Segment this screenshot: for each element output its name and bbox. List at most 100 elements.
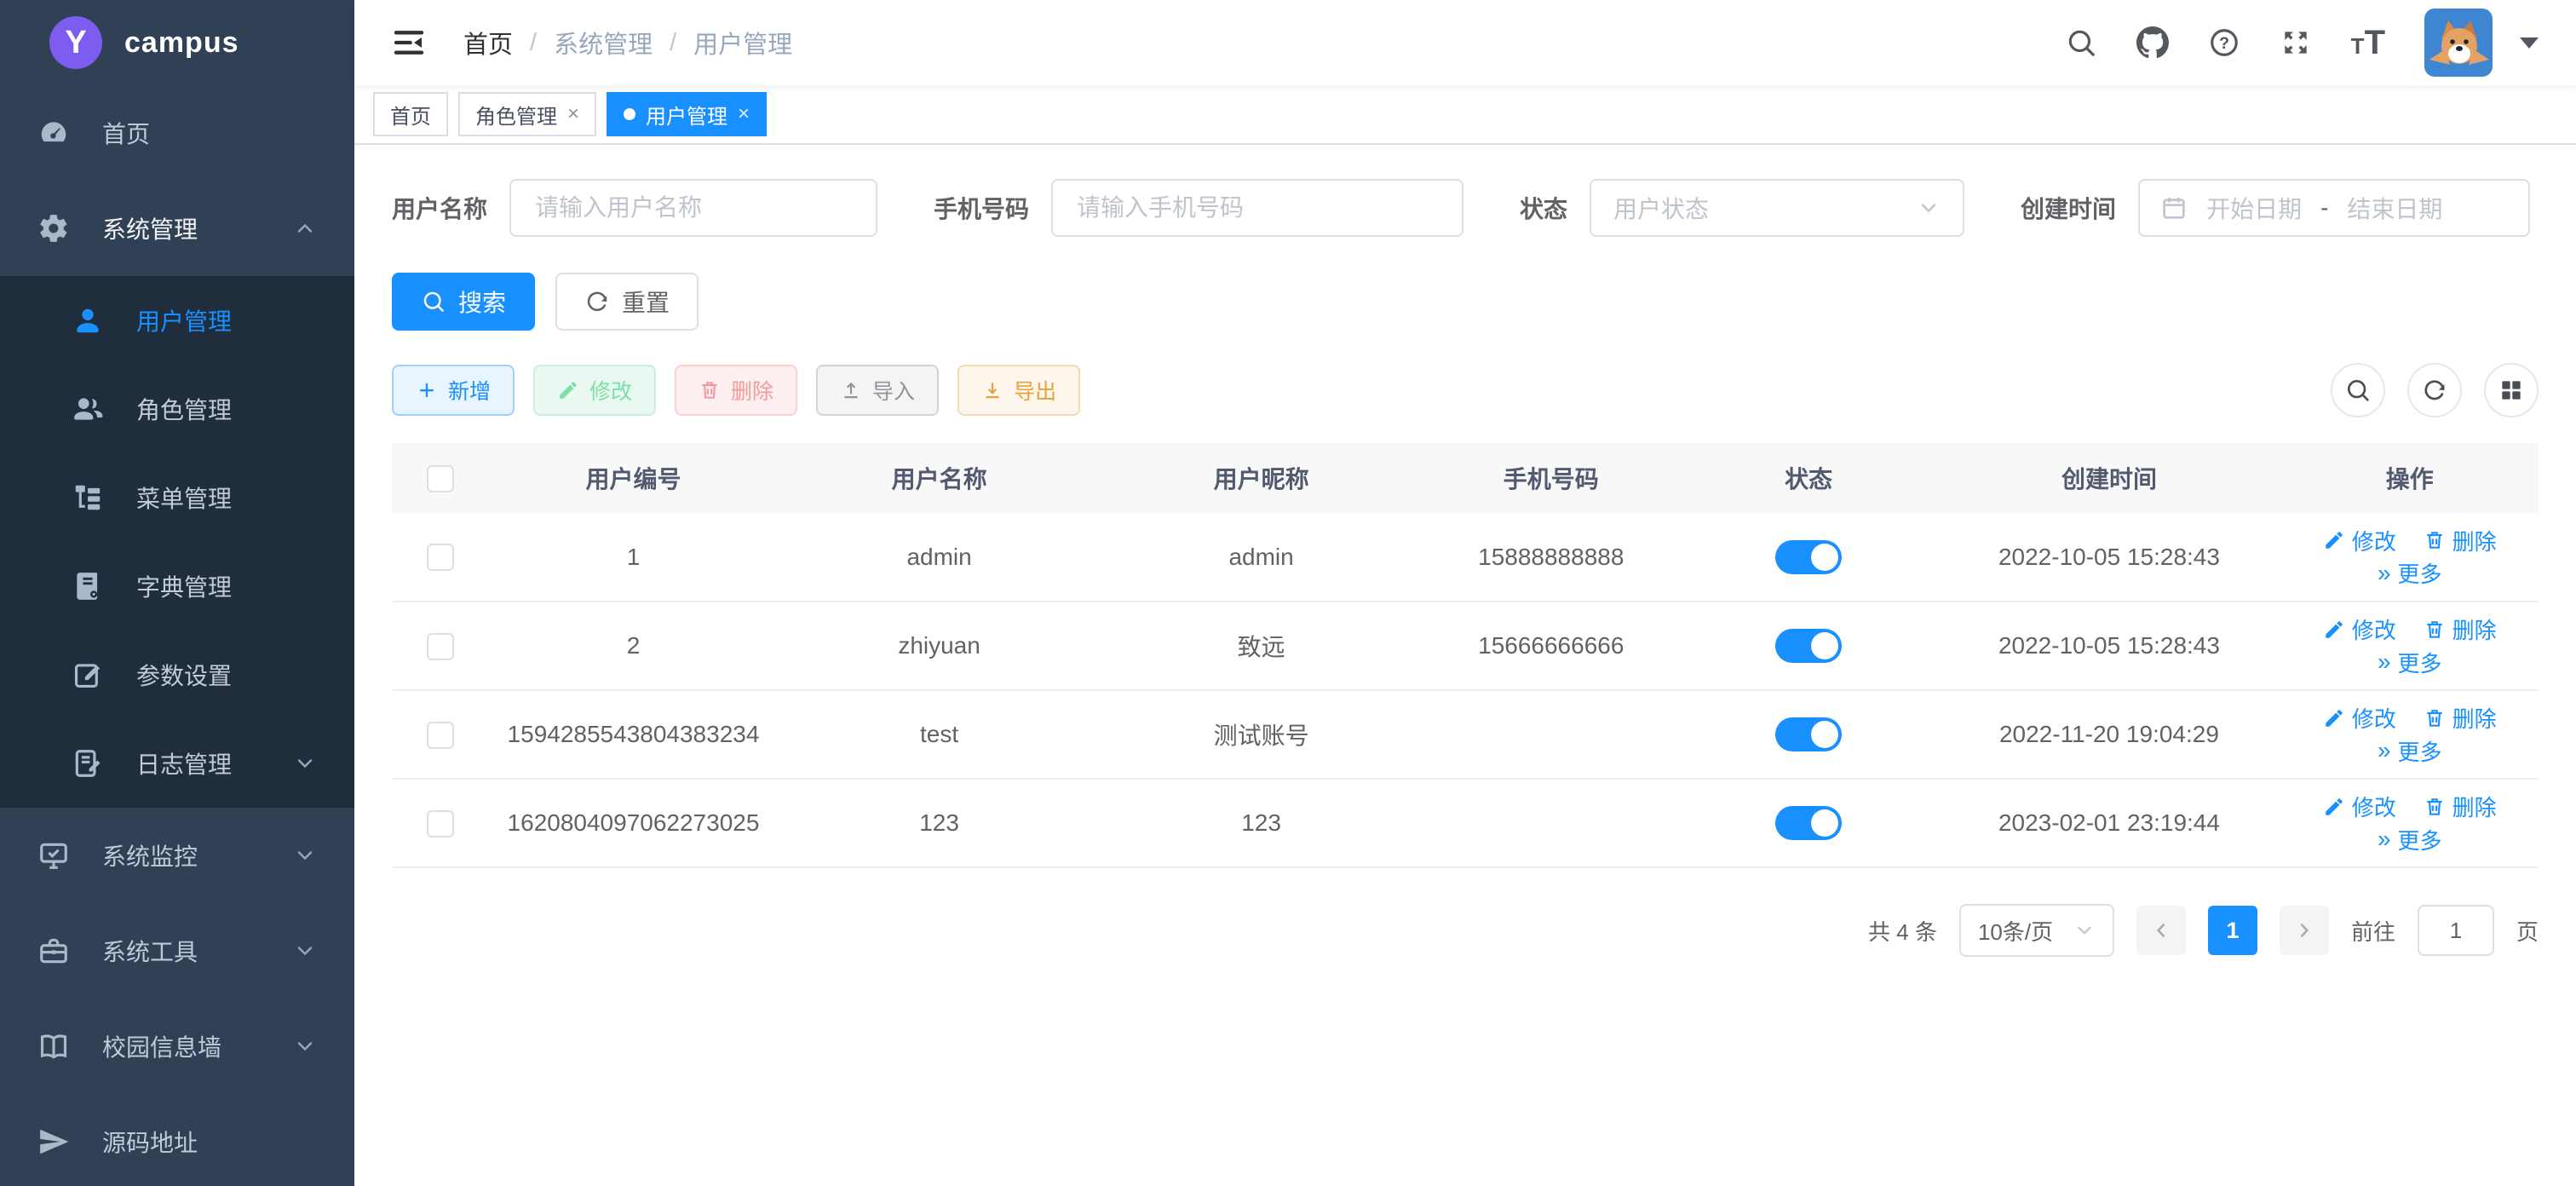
import-button-label: 导入	[872, 375, 915, 406]
tags-view-bar: 首页 角色管理 × 用户管理 ×	[354, 85, 2576, 145]
table-row: 2 zhiyuan 致远 15666666666 2022-10-05 15:2…	[392, 602, 2539, 690]
sidebar-item-role-management[interactable]: 角色管理	[0, 365, 354, 453]
breadcrumb-item-current: 用户管理	[693, 25, 792, 60]
row-checkbox[interactable]	[427, 722, 454, 749]
reset-button[interactable]: 重置	[555, 273, 699, 331]
delete-button[interactable]: 删除	[675, 365, 797, 416]
chevron-down-icon	[293, 751, 317, 775]
fullscreen-icon[interactable]	[2280, 26, 2312, 59]
github-icon[interactable]	[2136, 26, 2169, 59]
avatar[interactable]	[2424, 9, 2493, 77]
row-edit-link[interactable]: 修改	[2323, 525, 2396, 556]
export-button[interactable]: 导出	[957, 365, 1080, 416]
help-icon[interactable]: ?	[2208, 26, 2240, 59]
date-start-placeholder: 开始日期	[2206, 191, 2302, 225]
column-settings-button[interactable]	[2484, 363, 2539, 417]
nickname-cell: 致远	[1101, 602, 1423, 690]
date-range-picker[interactable]: 开始日期 - 结束日期	[2138, 179, 2530, 237]
search-button[interactable]: 搜索	[392, 273, 535, 331]
status-select[interactable]: 用户状态	[1590, 179, 1964, 237]
row-more-link[interactable]: »更多	[2378, 735, 2442, 767]
column-header: 手机号码	[1423, 443, 1680, 513]
sidebar-item-label: 字典管理	[136, 569, 232, 603]
search-icon[interactable]	[2065, 26, 2097, 59]
goto-page-input[interactable]	[2418, 905, 2494, 956]
row-edit-link[interactable]: 修改	[2323, 791, 2396, 822]
row-checkbox[interactable]	[427, 633, 454, 660]
sidebar-item-menu-management[interactable]: 菜单管理	[0, 453, 354, 542]
open-book-icon	[37, 1030, 70, 1062]
sidebar-item-label: 首页	[102, 116, 150, 150]
sidebar-item-system-monitor[interactable]: 系统监控	[0, 808, 354, 903]
trash-icon	[2424, 529, 2446, 551]
pencil-icon	[2323, 707, 2345, 729]
table-toolbar: + 新增 修改 删除	[392, 363, 2539, 417]
font-size-icon[interactable]: TT	[2351, 24, 2385, 62]
sidebar-item-log-management[interactable]: 日志管理	[0, 719, 354, 808]
sidebar-item-source-code[interactable]: 源码地址	[0, 1094, 354, 1186]
sidebar-item-dictionary-management[interactable]: 字典管理	[0, 542, 354, 630]
row-edit-link[interactable]: 修改	[2323, 702, 2396, 734]
sidebar-item-system-management[interactable]: 系统管理	[0, 181, 354, 276]
row-checkbox[interactable]	[427, 544, 454, 571]
add-button[interactable]: + 新增	[392, 365, 515, 416]
row-more-link[interactable]: »更多	[2378, 557, 2442, 589]
column-header: 用户名称	[779, 443, 1101, 513]
prev-page-button[interactable]	[2136, 906, 2186, 955]
row-delete-link[interactable]: 删除	[2424, 791, 2497, 822]
double-chevron-icon: »	[2378, 561, 2391, 585]
close-icon[interactable]: ×	[738, 104, 750, 124]
toggle-search-button[interactable]	[2331, 363, 2385, 417]
breadcrumb-item-home[interactable]: 首页	[463, 25, 513, 60]
trash-icon	[2424, 619, 2446, 641]
row-edit-link[interactable]: 修改	[2323, 613, 2396, 645]
row-more-link[interactable]: »更多	[2378, 824, 2442, 855]
tab-home[interactable]: 首页	[373, 92, 448, 136]
status-toggle[interactable]	[1775, 629, 1842, 663]
actions-cell: 修改 删除 »更多	[2281, 602, 2539, 690]
page-size-select[interactable]: 10条/页	[1959, 904, 2114, 957]
sidebar-item-user-management[interactable]: 用户管理	[0, 276, 354, 365]
sidebar-item-home[interactable]: 首页	[0, 85, 354, 181]
username-cell: zhiyuan	[779, 602, 1101, 690]
refresh-table-button[interactable]	[2407, 363, 2462, 417]
dictionary-icon	[72, 570, 104, 602]
nickname-cell: admin	[1101, 513, 1423, 602]
select-all-checkbox[interactable]	[427, 465, 454, 492]
double-chevron-icon: »	[2378, 739, 2391, 763]
sidebar-collapse-icon[interactable]	[392, 26, 426, 60]
svg-text:?: ?	[2219, 34, 2229, 53]
status-toggle[interactable]	[1775, 540, 1842, 574]
search-icon	[421, 289, 446, 314]
status-toggle[interactable]	[1775, 806, 1842, 840]
user-id-cell: 1594285543804383234	[488, 690, 778, 779]
sidebar-item-label: 参数设置	[136, 658, 232, 692]
status-toggle[interactable]	[1775, 717, 1842, 751]
tab-user-management[interactable]: 用户管理 ×	[607, 92, 767, 136]
phone-cell	[1423, 779, 1680, 867]
tab-role-management[interactable]: 角色管理 ×	[458, 92, 596, 136]
next-page-button[interactable]	[2280, 906, 2329, 955]
phone-input[interactable]	[1051, 179, 1463, 237]
topbar: 首页 / 系统管理 / 用户管理 ? T	[354, 0, 2576, 85]
page-number-button[interactable]: 1	[2208, 906, 2257, 955]
sidebar-item-campus-info-wall[interactable]: 校园信息墙	[0, 999, 354, 1094]
import-button[interactable]: 导入	[816, 365, 939, 416]
avatar-caret-down-icon[interactable]	[2520, 37, 2539, 49]
username-input[interactable]	[509, 179, 877, 237]
app-logo[interactable]: Y campus	[0, 0, 354, 85]
row-delete-link[interactable]: 删除	[2424, 525, 2497, 556]
add-button-label: 新增	[448, 375, 491, 406]
goto-label: 前往	[2351, 915, 2395, 947]
sidebar-item-parameter-settings[interactable]: 参数设置	[0, 630, 354, 719]
sidebar-item-system-tools[interactable]: 系统工具	[0, 903, 354, 999]
sidebar-menu: 首页 系统管理 用户管理	[0, 85, 354, 1186]
row-checkbox[interactable]	[427, 810, 454, 838]
row-more-link[interactable]: »更多	[2378, 647, 2442, 678]
close-icon[interactable]: ×	[567, 104, 579, 124]
edit-button[interactable]: 修改	[533, 365, 656, 416]
row-delete-link[interactable]: 删除	[2424, 702, 2497, 734]
row-delete-link[interactable]: 删除	[2424, 613, 2497, 645]
gear-icon	[37, 212, 70, 245]
sidebar-submenu-system: 用户管理 角色管理 菜单管理	[0, 276, 354, 808]
